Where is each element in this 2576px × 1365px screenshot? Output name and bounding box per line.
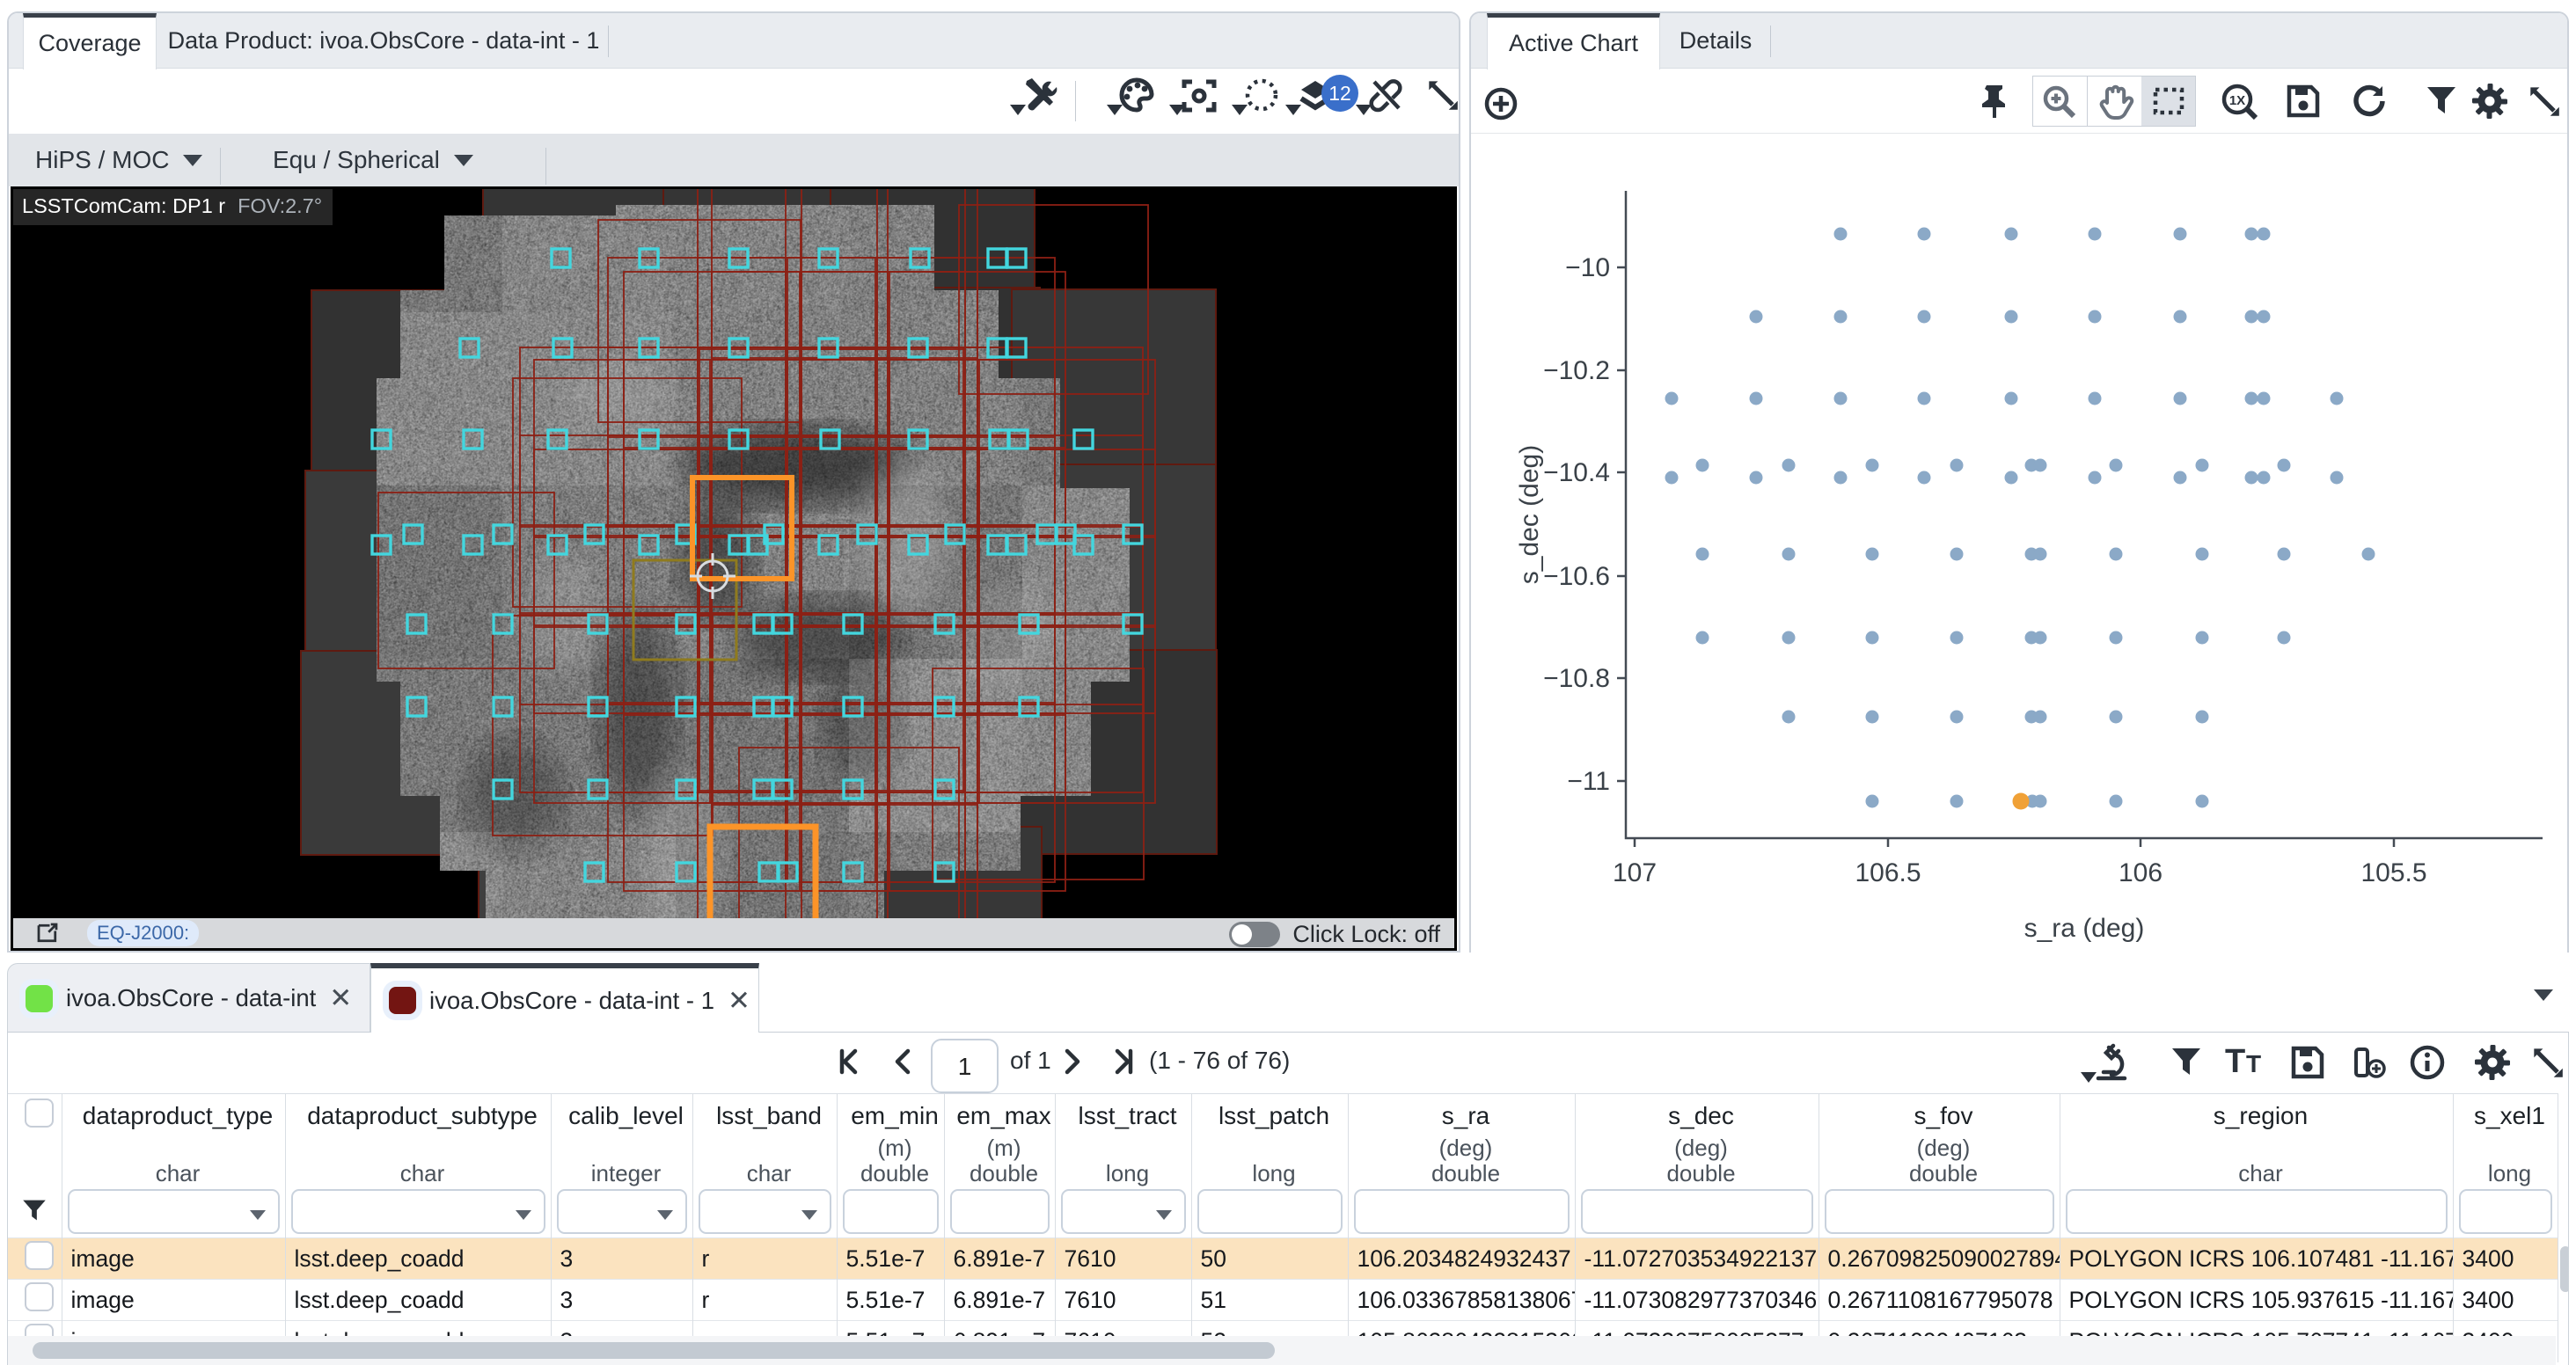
svg-text:T: T — [2225, 1043, 2245, 1080]
svg-text:−10.6: −10.6 — [1543, 562, 1610, 591]
svg-text:105.5: 105.5 — [2360, 858, 2426, 887]
svg-text:−10.8: −10.8 — [1543, 664, 1610, 693]
svg-text:−10.4: −10.4 — [1543, 458, 1610, 487]
svg-text:s_dec (deg): s_dec (deg) — [1515, 445, 1544, 584]
svg-text:106: 106 — [2119, 858, 2163, 887]
svg-text:106.5: 106.5 — [1855, 858, 1921, 887]
svg-text:T: T — [2246, 1050, 2261, 1077]
svg-text:−10: −10 — [1565, 253, 1610, 282]
svg-text:−11: −11 — [1567, 767, 1610, 796]
svg-text:1X: 1X — [2229, 93, 2245, 108]
svg-text:−10.2: −10.2 — [1543, 356, 1610, 385]
svg-text:107: 107 — [1613, 858, 1657, 887]
svg-text:s_ra (deg): s_ra (deg) — [2024, 914, 2145, 943]
